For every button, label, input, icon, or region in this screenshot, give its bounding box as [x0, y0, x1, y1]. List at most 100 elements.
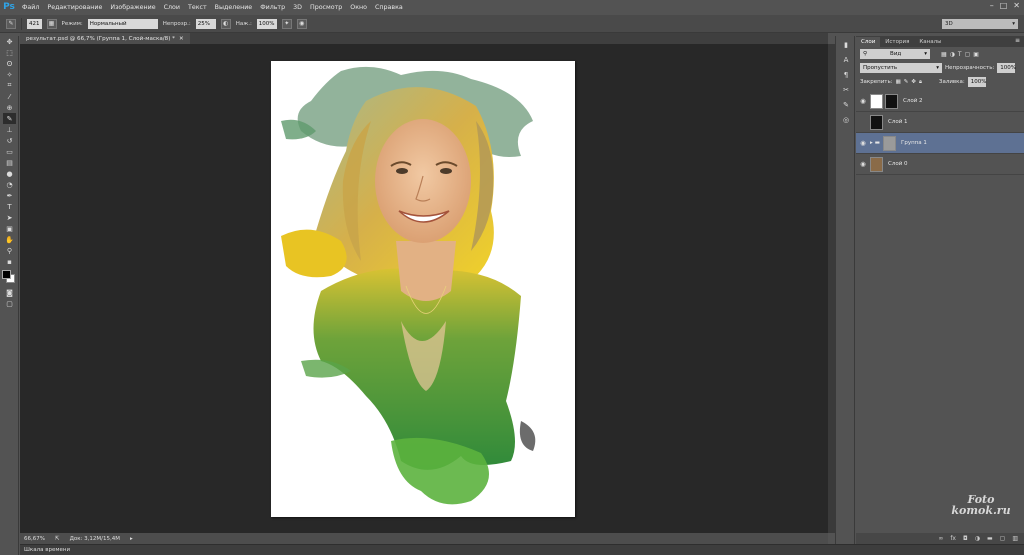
path-selection-tool-icon[interactable]: ➤ — [3, 212, 16, 223]
fill-input[interactable]: 100% — [967, 77, 986, 87]
dodge-tool-icon[interactable]: ◔ — [3, 179, 16, 190]
brush-panel-toggle-icon[interactable]: ▦ — [46, 18, 57, 29]
layer-name[interactable]: Группа 1 — [901, 140, 927, 146]
tab-history[interactable]: История — [880, 37, 914, 47]
lasso-tool-icon[interactable]: ʘ — [3, 58, 16, 69]
clone-stamp-tool-icon[interactable]: ⊥ — [3, 124, 16, 135]
zoom-level[interactable]: 66,67% — [24, 536, 45, 542]
brush-panel-icon[interactable]: ✎ — [839, 99, 853, 111]
share-icon[interactable]: ⇱ — [55, 536, 60, 542]
menu-layers[interactable]: Слои — [160, 4, 184, 11]
move-tool-icon[interactable]: ✥ — [3, 36, 16, 47]
menu-edit[interactable]: Редактирование — [43, 4, 106, 11]
menu-filter[interactable]: Фильтр — [256, 4, 289, 11]
brush-tool-preset-icon[interactable]: ✎ — [6, 18, 16, 29]
pen-tool-icon[interactable]: ✒ — [3, 190, 16, 201]
history-panel-icon[interactable]: ▮ — [839, 39, 853, 51]
shape-tool-icon[interactable]: ▣ — [3, 223, 16, 234]
menu-help[interactable]: Справка — [371, 4, 407, 11]
menu-view[interactable]: Просмотр — [306, 4, 346, 11]
menu-image[interactable]: Изображение — [106, 4, 159, 11]
brush-size-picker[interactable]: 421 — [27, 18, 42, 29]
pixel-filter-icon[interactable]: ▦ — [941, 51, 947, 58]
hand-tool-icon[interactable]: ✋ — [3, 234, 16, 245]
eraser-tool-icon[interactable]: ▭ — [3, 146, 16, 157]
quick-mask-icon[interactable]: ◙ — [3, 287, 16, 298]
flow-input[interactable]: 100% — [256, 18, 277, 29]
layer-filter-select[interactable]: ⚲ Вид ▾ — [860, 49, 930, 59]
panel-menu-icon[interactable]: ≡ — [1015, 37, 1020, 44]
photoshop-logo[interactable]: Ps — [0, 0, 18, 14]
foreground-color-swatch[interactable] — [2, 270, 11, 279]
vertical-scrollbar[interactable] — [828, 44, 835, 533]
layer-row[interactable]: ◉ ▸ ▬ Группа 1 — [856, 133, 1024, 154]
menu-window[interactable]: Окно — [346, 4, 371, 11]
smart-object-filter-icon[interactable]: ▣ — [973, 51, 979, 58]
size-pressure-icon[interactable]: ◉ — [296, 18, 307, 29]
workspace-select[interactable]: 3D ▾ — [942, 19, 1018, 29]
tab-channels[interactable]: Каналы — [914, 37, 946, 47]
minimize-button[interactable]: – — [990, 1, 994, 10]
tab-layers[interactable]: Слои — [856, 37, 881, 47]
menu-file[interactable]: Файл — [18, 4, 43, 11]
gradient-tool-icon[interactable]: ▤ — [3, 157, 16, 168]
healing-brush-tool-icon[interactable]: ⊕ — [3, 102, 16, 113]
magic-wand-tool-icon[interactable]: ✧ — [3, 69, 16, 80]
layer-name[interactable]: Слой 0 — [888, 161, 908, 167]
menu-3d[interactable]: 3D — [289, 4, 306, 11]
layer-name[interactable]: Слой 2 — [903, 98, 923, 104]
color-swatches[interactable] — [1, 269, 17, 285]
shape-filter-icon[interactable]: ▢ — [965, 51, 971, 58]
airbrush-icon[interactable]: ✦ — [281, 18, 292, 29]
link-layers-icon[interactable]: ∞ — [938, 535, 943, 542]
clone-source-icon[interactable]: ◎ — [839, 114, 853, 126]
layer-row[interactable]: ◉ Слой 0 — [856, 154, 1024, 175]
history-brush-tool-icon[interactable]: ↺ — [3, 135, 16, 146]
document-tab[interactable]: результат.psd @ 66,7% (Группа 1, Слой-ма… — [20, 33, 190, 44]
default-colors-icon[interactable]: ▪ — [3, 256, 16, 267]
layer-row[interactable]: ◉ Слой 2 — [856, 91, 1024, 112]
type-filter-icon[interactable]: T — [958, 51, 962, 58]
brush-tool-icon[interactable]: ✎ — [3, 113, 16, 124]
close-tab-icon[interactable]: ✕ — [179, 36, 184, 42]
document-canvas[interactable] — [271, 61, 575, 517]
tool-presets-icon[interactable]: ✂ — [839, 84, 853, 96]
opacity-input[interactable]: 25% — [195, 18, 216, 29]
zoom-tool-icon[interactable]: ⚲ — [3, 245, 16, 256]
screen-mode-icon[interactable]: ▢ — [3, 298, 16, 309]
layer-opacity-input[interactable]: 100% — [997, 63, 1016, 73]
adjustment-filter-icon[interactable]: ◑ — [950, 51, 955, 58]
layer-name[interactable]: Слой 1 — [888, 119, 908, 125]
menu-type[interactable]: Текст — [184, 4, 211, 11]
marquee-tool-icon[interactable]: ⬚ — [3, 47, 16, 58]
opacity-label: Непрозр.: — [162, 20, 191, 27]
opacity-pressure-icon[interactable]: ◐ — [220, 18, 231, 29]
eye-icon[interactable]: ◉ — [856, 160, 870, 168]
canvas-area[interactable] — [20, 44, 828, 533]
lock-transparency-icon[interactable]: ▦ — [896, 79, 901, 85]
paragraph-panel-icon[interactable]: ¶ — [839, 69, 853, 81]
status-menu-arrow-icon[interactable]: ▸ — [130, 536, 133, 542]
layer-row[interactable]: Слой 1 — [856, 112, 1024, 133]
expand-arrow-icon[interactable]: ▸ — [870, 140, 873, 146]
eye-icon[interactable]: ◉ — [856, 139, 870, 147]
crop-tool-icon[interactable]: ⌗ — [3, 80, 16, 91]
blur-tool-icon[interactable]: ● — [3, 168, 16, 179]
eye-icon[interactable]: ◉ — [856, 97, 870, 105]
lock-all-icon[interactable]: 🔒︎ — [919, 79, 922, 86]
close-button[interactable]: ✕ — [1013, 1, 1020, 10]
layer-thumbnail — [870, 156, 883, 172]
eyedropper-tool-icon[interactable]: ⁄ — [3, 91, 16, 102]
lock-position-icon[interactable]: ✥ — [911, 79, 916, 85]
group-mask-thumbnail[interactable] — [882, 135, 896, 151]
blend-mode-select[interactable]: Пропустить ▾ — [860, 63, 942, 73]
lock-image-icon[interactable]: ✎ — [904, 79, 909, 85]
mode-select[interactable]: Нормальный — [87, 18, 158, 29]
timeline-panel-tab[interactable]: Шкала времени — [20, 544, 1024, 555]
character-panel-icon[interactable]: A — [839, 54, 853, 66]
lock-row: Закрепить: ▦ ✎ ✥ 🔒︎ Заливка: 100% — [856, 75, 1024, 89]
layer-mask-thumbnail[interactable] — [885, 93, 898, 109]
menu-select[interactable]: Выделение — [211, 4, 257, 11]
maximize-button[interactable]: □ — [1000, 1, 1008, 10]
type-tool-icon[interactable]: T — [3, 201, 16, 212]
